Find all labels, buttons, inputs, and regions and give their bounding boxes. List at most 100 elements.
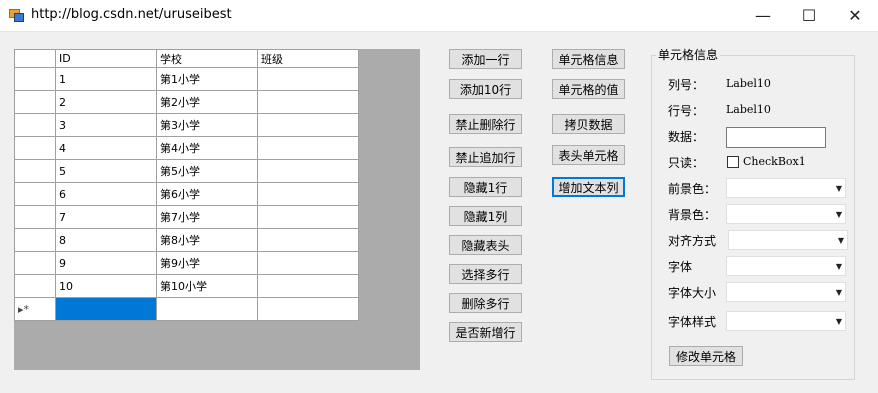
font-style-combo[interactable]: ▼: [726, 311, 846, 331]
row-header-corner[interactable]: [14, 49, 56, 68]
data-grid-table[interactable]: ID 学校 班级 1 第1小学 2 第2小学 3 第3小学 4 第4小学 5 第5小学 6 第6小学 7…: [14, 49, 359, 321]
row-header[interactable]: [14, 90, 56, 114]
cell-id[interactable]: 4: [55, 136, 157, 160]
cell-id[interactable]: 5: [55, 159, 157, 183]
font-style-label: 字体样式: [668, 315, 717, 329]
chevron-down-icon: ▼: [835, 288, 842, 297]
row-header[interactable]: [14, 67, 56, 91]
column-header-school[interactable]: 学校: [156, 49, 258, 68]
column-number-value: Label10: [726, 77, 771, 90]
title-bar: http://blog.csdn.net/uruseibest — ☐ ✕: [0, 0, 878, 32]
maximize-button[interactable]: ☐: [786, 0, 832, 31]
cell-id[interactable]: 8: [55, 228, 157, 252]
table-row[interactable]: 10 第10小学: [14, 274, 359, 298]
column-header-id[interactable]: ID: [55, 49, 157, 68]
row-header[interactable]: [14, 274, 56, 298]
readonly-checkbox[interactable]: [727, 156, 739, 168]
cell-id[interactable]: 9: [55, 251, 157, 275]
row-header[interactable]: [14, 159, 56, 183]
cell-id[interactable]: 7: [55, 205, 157, 229]
row-header[interactable]: [14, 182, 56, 206]
window-title: http://blog.csdn.net/uruseibest: [31, 7, 232, 22]
cell-school[interactable]: 第5小学: [156, 159, 258, 183]
new-row-cell-id[interactable]: [55, 297, 157, 321]
row-header[interactable]: [14, 205, 56, 229]
table-row[interactable]: 7 第7小学: [14, 205, 359, 229]
disable-append-row-button[interactable]: 禁止追加行: [449, 147, 522, 167]
cell-school[interactable]: 第9小学: [156, 251, 258, 275]
new-row-marker[interactable]: ▸*: [14, 297, 56, 321]
select-multiple-rows-button[interactable]: 选择多行: [449, 264, 522, 284]
cell-id[interactable]: 3: [55, 113, 157, 137]
cell-class[interactable]: [257, 113, 359, 137]
cell-class[interactable]: [257, 205, 359, 229]
alignment-label: 对齐方式: [668, 234, 717, 248]
data-grid-view[interactable]: ID 学校 班级 1 第1小学 2 第2小学 3 第3小学 4 第4小学 5 第5小学 6 第6小学 7…: [14, 49, 420, 370]
forecolor-combo[interactable]: ▼: [726, 178, 846, 198]
cell-info-group-title: 单元格信息: [656, 46, 721, 63]
row-header[interactable]: [14, 251, 56, 275]
alignment-combo[interactable]: ▼: [728, 230, 848, 250]
minimize-button[interactable]: —: [740, 0, 786, 31]
cell-class[interactable]: [257, 67, 359, 91]
chevron-down-icon: ▼: [835, 262, 842, 271]
hide-header-button[interactable]: 隐藏表头: [449, 235, 522, 255]
row-header[interactable]: [14, 228, 56, 252]
data-label: 数据：: [668, 130, 705, 144]
cell-school[interactable]: 第4小学: [156, 136, 258, 160]
cell-school[interactable]: 第8小学: [156, 228, 258, 252]
new-row-cell-class[interactable]: [257, 297, 359, 321]
font-combo[interactable]: ▼: [726, 256, 846, 276]
cell-class[interactable]: [257, 159, 359, 183]
new-row-cell-school[interactable]: [156, 297, 258, 321]
cell-id[interactable]: 1: [55, 67, 157, 91]
table-row[interactable]: 4 第4小学: [14, 136, 359, 160]
cell-id[interactable]: 2: [55, 90, 157, 114]
add-one-row-button[interactable]: 添加一行: [449, 49, 522, 69]
row-header[interactable]: [14, 136, 56, 160]
cell-school[interactable]: 第10小学: [156, 274, 258, 298]
data-input[interactable]: [726, 127, 826, 148]
cell-class[interactable]: [257, 251, 359, 275]
row-number-label: 行号：: [668, 104, 705, 118]
cell-value-button[interactable]: 单元格的值: [552, 79, 625, 99]
font-label: 字体: [668, 260, 693, 274]
header-cell-button[interactable]: 表头单元格: [552, 145, 625, 165]
table-row[interactable]: 8 第8小学: [14, 228, 359, 252]
cell-id[interactable]: 6: [55, 182, 157, 206]
cell-school[interactable]: 第7小学: [156, 205, 258, 229]
allow-new-row-button[interactable]: 是否新增行: [449, 322, 522, 342]
disable-delete-row-button[interactable]: 禁止删除行: [449, 114, 522, 134]
cell-class[interactable]: [257, 182, 359, 206]
cell-class[interactable]: [257, 228, 359, 252]
cell-id[interactable]: 10: [55, 274, 157, 298]
cell-school[interactable]: 第3小学: [156, 113, 258, 137]
table-row[interactable]: 5 第5小学: [14, 159, 359, 183]
cell-info-button[interactable]: 单元格信息: [552, 49, 625, 69]
table-row[interactable]: 2 第2小学: [14, 90, 359, 114]
cell-class[interactable]: [257, 274, 359, 298]
cell-class[interactable]: [257, 90, 359, 114]
add-text-column-button[interactable]: 增加文本列: [552, 177, 625, 197]
font-size-combo[interactable]: ▼: [726, 282, 846, 302]
add-ten-rows-button[interactable]: 添加10行: [449, 79, 522, 99]
cell-school[interactable]: 第1小学: [156, 67, 258, 91]
new-row[interactable]: ▸*: [14, 297, 359, 321]
readonly-checkbox-label: CheckBox1: [743, 155, 806, 168]
modify-cell-button[interactable]: 修改单元格: [669, 346, 743, 366]
close-button[interactable]: ✕: [832, 0, 878, 31]
cell-school[interactable]: 第6小学: [156, 182, 258, 206]
hide-one-row-button[interactable]: 隐藏1行: [449, 177, 522, 197]
backcolor-combo[interactable]: ▼: [726, 204, 846, 224]
table-row[interactable]: 9 第9小学: [14, 251, 359, 275]
cell-class[interactable]: [257, 136, 359, 160]
column-header-class[interactable]: 班级: [257, 49, 359, 68]
table-row[interactable]: 1 第1小学: [14, 67, 359, 91]
copy-data-button[interactable]: 拷贝数据: [552, 114, 625, 134]
cell-school[interactable]: 第2小学: [156, 90, 258, 114]
hide-one-column-button[interactable]: 隐藏1列: [449, 206, 522, 226]
delete-multiple-rows-button[interactable]: 删除多行: [449, 293, 522, 313]
table-row[interactable]: 3 第3小学: [14, 113, 359, 137]
row-header[interactable]: [14, 113, 56, 137]
table-row[interactable]: 6 第6小学: [14, 182, 359, 206]
